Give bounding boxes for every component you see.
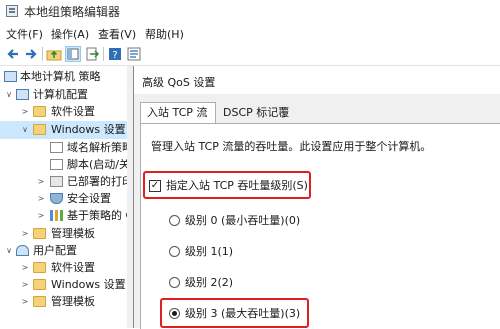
back-arrow-icon[interactable] xyxy=(5,46,21,62)
tree-item-user-windows[interactable]: > Windows 设置 xyxy=(0,276,127,294)
expand-icon[interactable]: > xyxy=(36,207,46,225)
policy-doc-icon xyxy=(50,142,63,153)
tree-item-user-software[interactable]: > 软件设置 xyxy=(0,259,127,277)
tab-dscp-override[interactable]: DSCP 标记覆盖 xyxy=(216,102,306,139)
title-bar: 本地组策略编辑器 xyxy=(0,0,500,22)
tree-label: 管理模板 xyxy=(51,227,95,240)
show-tree-icon[interactable] xyxy=(65,46,81,62)
highlight-box-level-3 xyxy=(160,298,309,328)
user-icon xyxy=(16,245,29,256)
menu-bar: 文件(F) 操作(A) 查看(V) 帮助(H) xyxy=(0,24,500,42)
tree-root[interactable]: 本地计算机 策略 xyxy=(0,68,127,86)
tree-label: 安全设置 xyxy=(67,192,111,205)
tree-label: 域名解析策略 xyxy=(67,141,127,154)
tree-item-policy-qos[interactable]: > 基于策略的 C xyxy=(0,207,127,225)
collapse-icon[interactable]: ∨ xyxy=(4,242,14,260)
tree-item-scripts[interactable]: 脚本(启动/关 xyxy=(0,156,127,174)
menu-help[interactable]: 帮助(H) xyxy=(145,26,184,42)
tree-item-computer-config[interactable]: ∨ 计算机配置 xyxy=(0,86,127,104)
folder-icon xyxy=(33,279,46,290)
folder-icon xyxy=(33,262,46,273)
tree-label: 软件设置 xyxy=(51,261,95,274)
radio-label: 级别 1(1) xyxy=(185,245,234,258)
radio-label: 级别 2(2) xyxy=(185,276,234,289)
qos-dialog: 高级 QoS 设置 入站 TCP 流量 DSCP 标记覆盖 管理入站 TCP 流… xyxy=(133,66,500,329)
tree-item-windows-settings[interactable]: ∨ Windows 设置 xyxy=(0,121,127,139)
properties-icon[interactable] xyxy=(126,46,142,62)
tree-label: 计算机配置 xyxy=(33,88,88,101)
computer-policy-icon xyxy=(4,71,17,82)
tree-label: 脚本(启动/关 xyxy=(67,158,127,171)
expand-icon[interactable]: > xyxy=(20,103,30,121)
menu-file[interactable]: 文件(F) xyxy=(6,26,43,42)
tree-item-printers[interactable]: > 已部署的打印 xyxy=(0,173,127,191)
tree-item-user-admin[interactable]: > 管理模板 xyxy=(0,293,127,311)
tree-item-admin-templates[interactable]: > 管理模板 xyxy=(0,225,127,243)
radio-button[interactable] xyxy=(169,277,180,288)
description-text: 管理入站 TCP 流量的吞吐量。此设置应用于整个计算机。 xyxy=(151,140,432,153)
tree-label: 本地计算机 策略 xyxy=(20,70,101,83)
radio-label: 级别 0 (最小吞吐量)(0) xyxy=(185,214,301,227)
app-icon xyxy=(6,5,18,17)
toolbar-separator xyxy=(42,47,43,61)
menu-action[interactable]: 操作(A) xyxy=(51,26,89,42)
tree-item-software-settings[interactable]: > 软件设置 xyxy=(0,103,127,121)
folder-icon xyxy=(33,296,46,307)
expand-icon[interactable]: > xyxy=(20,276,30,294)
dialog-title-bar: 高级 QoS 设置 xyxy=(134,66,500,94)
window-title: 本地组策略编辑器 xyxy=(24,5,121,19)
tree-item-security-settings[interactable]: > 安全设置 xyxy=(0,190,127,208)
expand-icon[interactable]: > xyxy=(36,173,46,191)
forward-arrow-icon[interactable] xyxy=(23,46,39,62)
shield-icon xyxy=(50,193,63,204)
folder-up-icon[interactable] xyxy=(46,46,62,62)
svg-text:?: ? xyxy=(112,50,117,61)
tree-label: Windows 设置 xyxy=(51,123,126,136)
tree-label: 已部署的打印 xyxy=(67,175,127,188)
export-list-icon[interactable] xyxy=(84,46,100,62)
tab-inbound-tcp[interactable]: 入站 TCP 流量 xyxy=(140,102,216,139)
radio-button[interactable] xyxy=(169,246,180,257)
folder-icon xyxy=(33,124,46,135)
highlight-box-checkbox xyxy=(143,171,311,199)
dialog-title: 高级 QoS 设置 xyxy=(142,76,216,89)
tree-label: 基于策略的 C xyxy=(67,209,127,222)
folder-icon xyxy=(33,228,46,239)
menu-view[interactable]: 查看(V) xyxy=(98,26,136,42)
printer-icon xyxy=(50,176,63,187)
help-icon[interactable]: ? xyxy=(107,46,123,62)
policy-tree: 本地计算机 策略 ∨ 计算机配置 > 软件设置 ∨ Windows 设置 域名解… xyxy=(0,66,127,328)
toolbar-separator xyxy=(103,47,104,61)
tree-label: 用户配置 xyxy=(33,244,77,257)
tree-label: Windows 设置 xyxy=(51,278,126,291)
collapse-icon[interactable]: ∨ xyxy=(4,86,14,104)
expand-icon[interactable]: > xyxy=(20,259,30,277)
tree-item-name-resolution[interactable]: 域名解析策略 xyxy=(0,139,127,157)
expand-icon[interactable]: > xyxy=(36,190,46,208)
tab-panel: 管理入站 TCP 流量的吞吐量。此设置应用于整个计算机。 ✓ 指定入站 TCP … xyxy=(140,123,500,329)
computer-icon xyxy=(16,89,29,100)
collapse-icon[interactable]: ∨ xyxy=(20,121,30,139)
toolbar: ? xyxy=(0,43,500,66)
tree-label: 管理模板 xyxy=(51,295,95,308)
radio-button[interactable] xyxy=(169,215,180,226)
expand-icon[interactable]: > xyxy=(20,225,30,243)
script-icon xyxy=(50,159,63,170)
tree-label: 软件设置 xyxy=(51,105,95,118)
folder-icon xyxy=(33,106,46,117)
tree-item-user-config[interactable]: ∨ 用户配置 xyxy=(0,242,127,260)
bar-chart-icon xyxy=(50,210,63,221)
expand-icon[interactable]: > xyxy=(20,293,30,311)
